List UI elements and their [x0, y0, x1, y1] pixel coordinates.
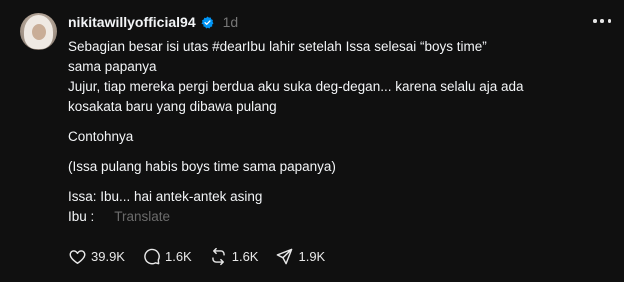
post-timestamp[interactable]: 1d: [223, 14, 239, 30]
share-button[interactable]: 1.9K: [275, 247, 325, 266]
post-text-line: Sebagian besar isi utas #dearIbu lahir s…: [68, 39, 487, 54]
post-body: Sebagian besar isi utas #dearIbu lahir s…: [68, 37, 608, 227]
translate-link[interactable]: Translate: [114, 207, 170, 227]
post-actions: 39.9K 1.6K 1.6K 1.9K: [68, 245, 342, 267]
username-link[interactable]: nikitawillyofficial94: [68, 14, 196, 30]
post-text-line: Jujur, tiap mereka pergi berdua aku suka…: [68, 79, 524, 94]
heart-icon: [69, 249, 86, 264]
repost-icon: [211, 247, 225, 265]
post-text-ibu: Ibu :: [68, 209, 95, 224]
post-text-line: Ibu : Translate: [68, 207, 608, 227]
repost-count: 1.6K: [231, 248, 259, 264]
reply-button[interactable]: 1.6K: [142, 247, 192, 266]
post-text-line: sama papanya: [68, 59, 157, 74]
post-text-line: (Issa pulang habis boys time sama papany…: [68, 159, 336, 174]
share-count: 1.9K: [298, 248, 326, 264]
like-count: 39.9K: [91, 248, 125, 264]
post-text-line: kosakata baru yang dibawa pulang: [68, 99, 277, 114]
verified-badge-icon: [201, 16, 214, 28]
post-text-line: Issa: Ibu... hai antek-antek asing: [68, 189, 263, 204]
post-avatar[interactable]: [20, 13, 57, 50]
reply-count: 1.6K: [164, 248, 192, 264]
post-header: nikitawillyofficial94 1d: [68, 12, 238, 32]
comment-icon: [144, 248, 160, 264]
post-text-line: Contohnya: [68, 129, 134, 144]
like-button[interactable]: 39.9K: [68, 247, 125, 266]
repost-button[interactable]: 1.6K: [209, 247, 259, 266]
more-options-icon[interactable]: [593, 14, 611, 28]
share-icon: [277, 248, 293, 264]
